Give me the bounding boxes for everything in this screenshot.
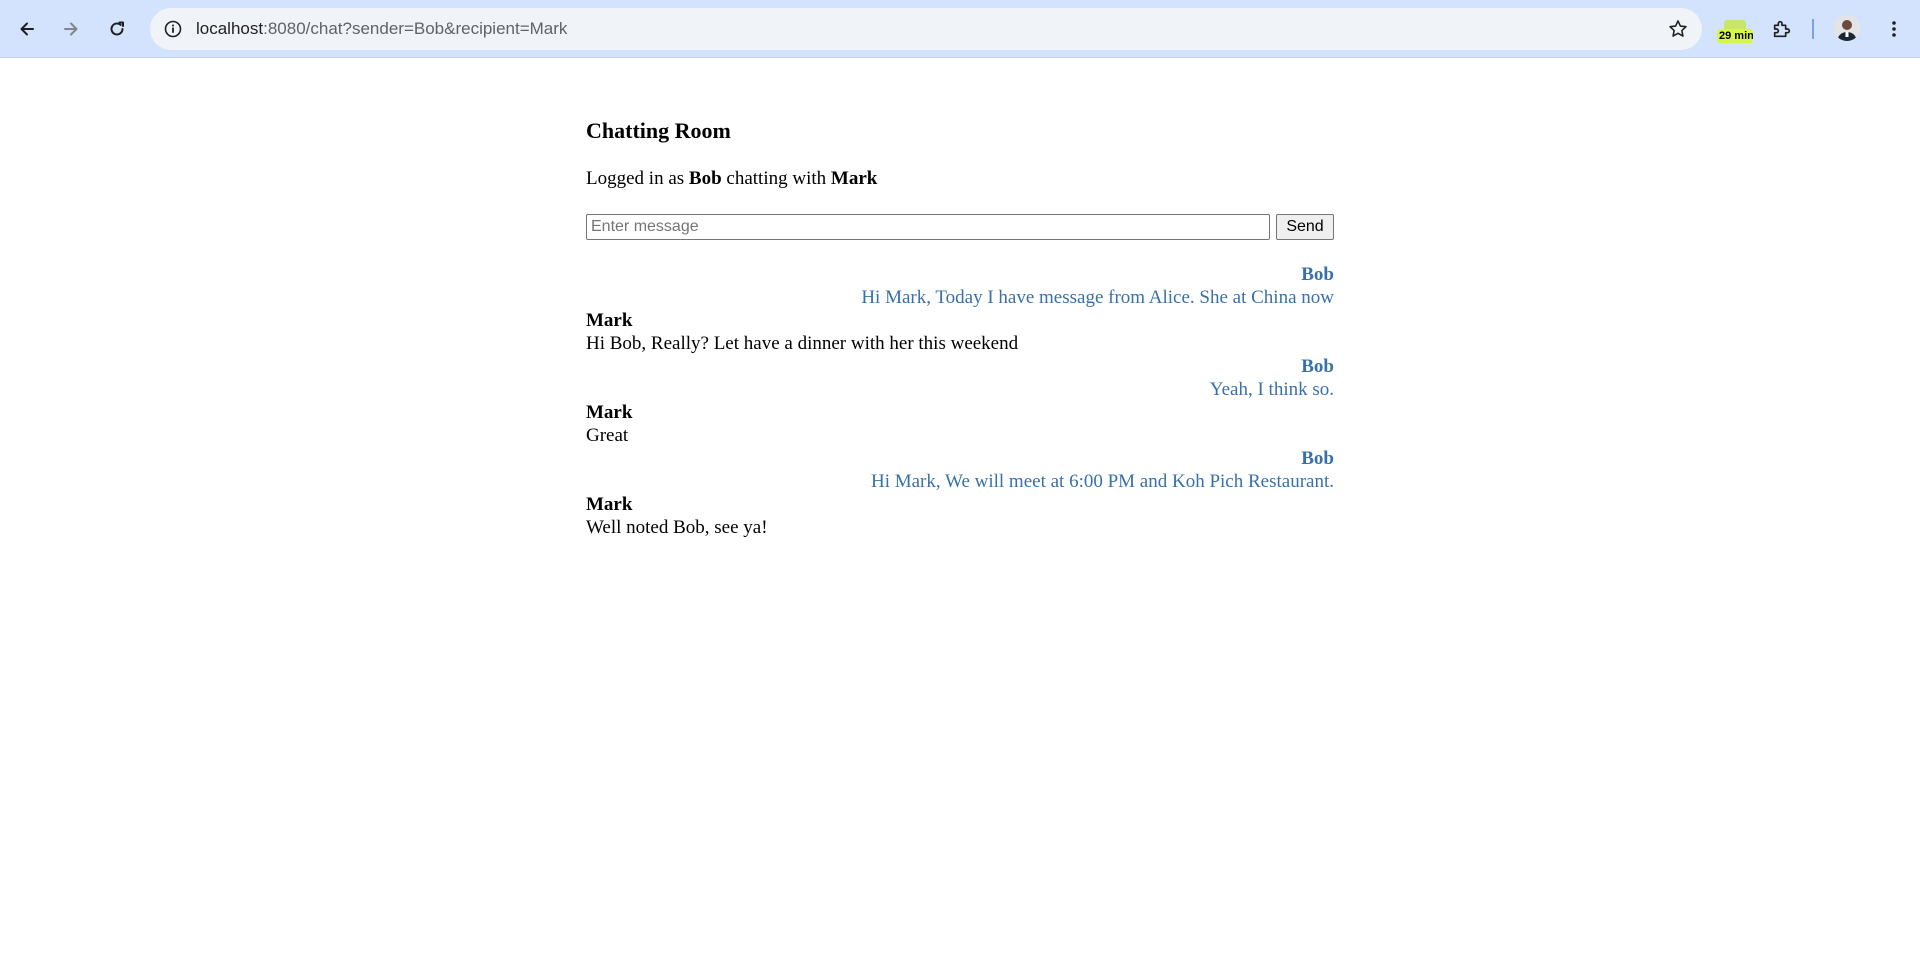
message-text: Hi Bob, Really? Let have a dinner with h… <box>586 333 1019 354</box>
forward-arrow-icon <box>64 22 78 36</box>
message-sender: Mark <box>586 494 633 515</box>
url-text[interactable]: localhost:8080/chat?sender=Bob&recipient… <box>196 8 567 50</box>
forward-button[interactable] <box>53 11 89 47</box>
profile-avatar[interactable] <box>1834 15 1860 41</box>
send-button[interactable]: Send <box>1276 214 1334 240</box>
chat-message: Bob Hi Mark, We will meet at 6:00 PM and … <box>586 447 1334 493</box>
bookmark-star-icon[interactable] <box>1666 17 1690 41</box>
back-button[interactable] <box>9 11 45 47</box>
puzzle-icon <box>1773 20 1791 38</box>
message-text: Hi Mark, Today I have message from Alice… <box>861 287 1334 308</box>
url-path: :8080/chat?sender=Bob&recipient=Mark <box>263 19 568 38</box>
chat-message: Mark Hi Bob, Really? Let have a dinner wi… <box>586 309 1334 355</box>
message-text: Hi Mark, We will meet at 6:00 PM and Koh… <box>870 471 1334 492</box>
message-sender: Mark <box>586 402 633 423</box>
recipient-user: Mark <box>830 168 878 189</box>
message-text: Yeah, I think so. <box>1209 379 1334 400</box>
kebab-menu-icon <box>1892 21 1896 37</box>
message-form: Send <box>586 214 1334 242</box>
toolbar-divider <box>1812 19 1814 39</box>
message-list: Bob Hi Mark, Today I have message from Al… <box>586 263 1334 539</box>
message-sender: Bob <box>1301 356 1334 377</box>
chat-message: Bob Hi Mark, Today I have message from Al… <box>586 263 1334 309</box>
extension-badge: 29 min <box>1717 29 1753 43</box>
message-text: Well noted Bob, see ya! <box>586 517 768 538</box>
message-sender: Mark <box>586 310 633 331</box>
chat-message: Bob Yeah, I think so. <box>586 355 1334 401</box>
message-sender: Bob <box>1301 264 1334 285</box>
message-input[interactable] <box>586 214 1270 240</box>
chat-message: Mark Great <box>586 401 1334 447</box>
back-arrow-icon <box>20 22 34 36</box>
message-sender: Bob <box>1301 448 1334 469</box>
extensions-button[interactable] <box>1764 11 1800 47</box>
reload-button[interactable] <box>99 11 135 47</box>
address-bar[interactable]: localhost:8080/chat?sender=Bob&recipient… <box>150 8 1702 50</box>
timer-extension-button[interactable]: 29 min <box>1716 18 1754 46</box>
status-middle: chatting with <box>726 168 827 189</box>
chat-message: Mark Well noted Bob, see ya! <box>586 493 1334 539</box>
site-info-icon[interactable] <box>159 15 187 43</box>
message-text: Great <box>586 425 629 446</box>
url-host: localhost <box>196 19 264 38</box>
browser-menu-button[interactable] <box>1876 11 1912 47</box>
reload-icon <box>110 21 124 36</box>
login-status: Logged in as Bob chatting with Mark <box>586 168 877 190</box>
status-prefix: Logged in as <box>586 168 685 189</box>
current-user: Bob <box>688 168 722 189</box>
browser-toolbar: localhost:8080/chat?sender=Bob&recipient… <box>0 0 1920 58</box>
page-title: Chatting Room <box>586 118 731 143</box>
